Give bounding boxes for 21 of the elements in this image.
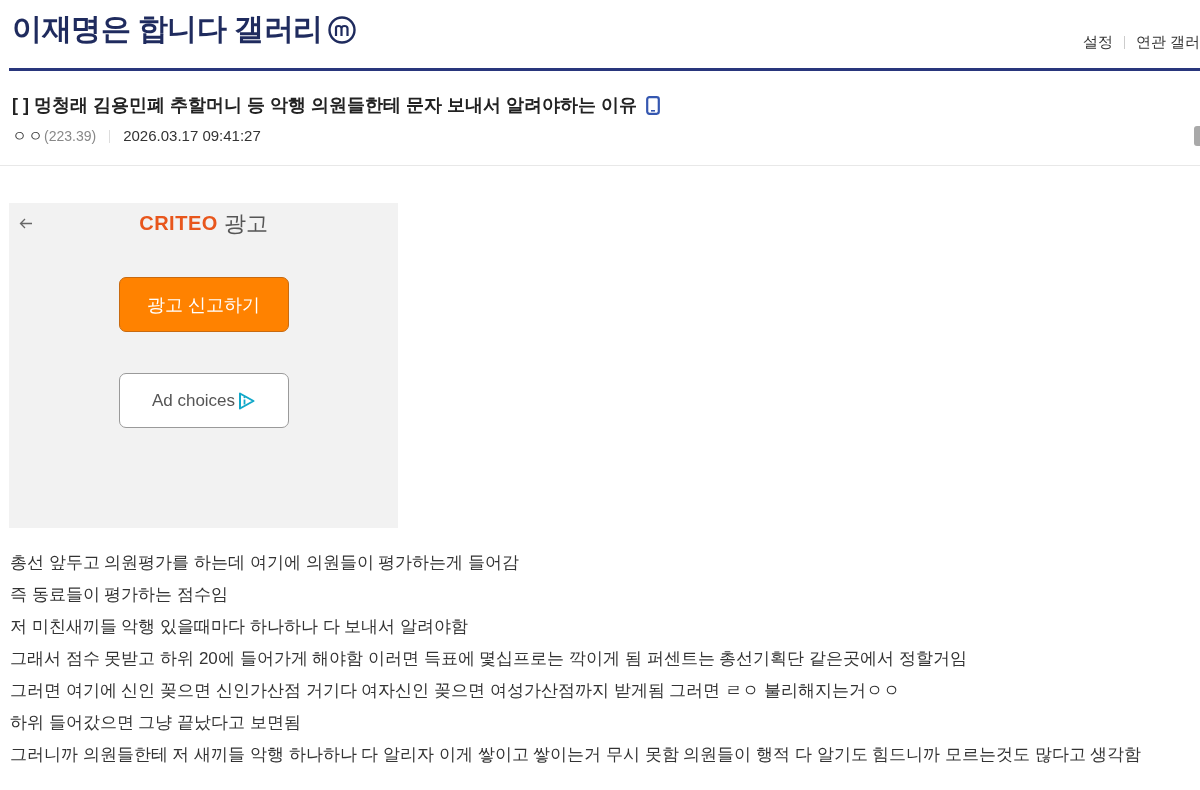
author-name[interactable]: ㅇㅇ xyxy=(12,126,44,146)
body-text-line: 그러면 여기에 신인 꽂으면 신인가산점 거기다 여자신인 꽂으면 여성가산점까지 받게됨 그러면 ㄹㅇ 불리해지는거ㅇㅇ xyxy=(10,680,901,702)
header-link[interactable]: 연관 갤러 xyxy=(1135,33,1200,52)
play-triangle-icon xyxy=(238,391,256,410)
post-title: [ ] 멍청래 김용민폐 추할머니 등 악행 의원들한테 문자 보내서 알려야하는 이유 xyxy=(12,94,637,117)
body-text-line: 총선 앞두고 의원평가를 하는데 여기에 의원들이 평가하는게 들어감 xyxy=(10,552,521,574)
ad-label: 광고 xyxy=(223,209,268,238)
body-text-line: 즉 동료들이 평가하는 점수임 xyxy=(10,584,230,606)
gallery-title[interactable]: 이재명은 합니다 갤러리 xyxy=(12,8,323,50)
circled-m-icon xyxy=(327,16,356,44)
header-link[interactable]: 설정 xyxy=(1082,33,1113,52)
body-text-line: 그러니까 의원들한테 저 새끼들 악행 하나하나 다 알리자 이게 쌓이고 쌓이는거 무시 못함 의원들이 행적 다 알기도 힘드니까 모르는것도 많다고 생각함 xyxy=(10,744,1143,766)
ad-brand-logo: CRITEO xyxy=(139,212,218,235)
phone-icon xyxy=(646,95,660,115)
back-arrow-icon[interactable] xyxy=(19,218,33,229)
body-text-line: 하위 들어갔으면 그냥 끝났다고 보면됨 xyxy=(10,712,302,734)
author-ip: (223.39) xyxy=(44,127,97,146)
body-text-line: 저 미친새끼들 악행 있을때마다 하나하나 다 보내서 알려야함 xyxy=(10,616,470,638)
post-date: 2026.03.17 09:41:27 xyxy=(123,126,261,146)
ad-choices-button[interactable]: Ad choices xyxy=(118,373,289,428)
body-text-line: 그래서 점수 못받고 하위 20에 들어가게 해야함 이러면 득표에 몇십프로는 깍이게 됨 퍼센트는 총선기획단 같은곳에서 정할거임 xyxy=(10,648,968,670)
